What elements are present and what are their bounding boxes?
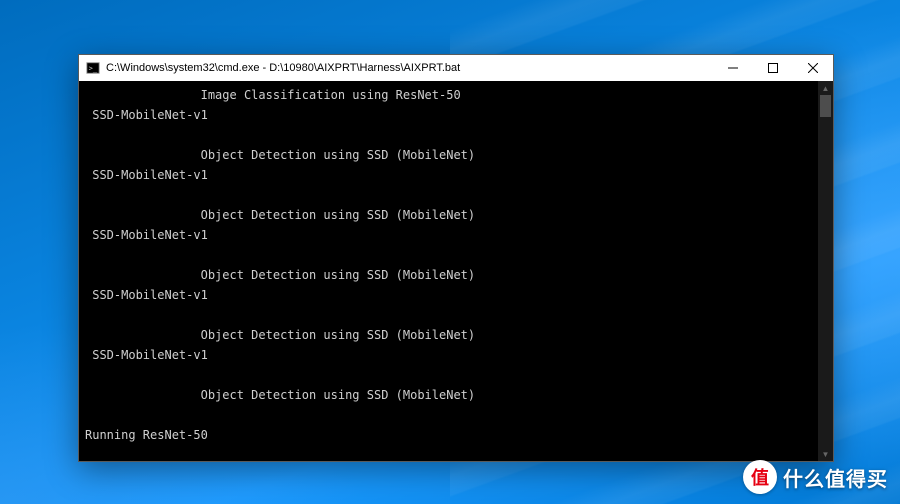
console-line: Object Detection using SSD (MobileNet) bbox=[85, 265, 818, 285]
close-button[interactable] bbox=[793, 55, 833, 81]
console-line: Running ResNet-50 bbox=[85, 425, 818, 445]
console-line bbox=[85, 245, 818, 265]
console-area: Image Classification using ResNet-50 SSD… bbox=[79, 81, 833, 461]
scroll-down-arrow[interactable]: ▼ bbox=[818, 447, 833, 461]
console-line bbox=[85, 365, 818, 385]
cmd-window: >_ C:\Windows\system32\cmd.exe - D:\1098… bbox=[78, 54, 834, 462]
maximize-button[interactable] bbox=[753, 55, 793, 81]
console-line: Object Detection using SSD (MobileNet) bbox=[85, 385, 818, 405]
console-line: SSD-MobileNet-v1 bbox=[85, 285, 818, 305]
cmd-icon: >_ bbox=[85, 60, 101, 76]
console-line: Object Detection using SSD (MobileNet) bbox=[85, 145, 818, 165]
console-line: SSD-MobileNet-v1 bbox=[85, 165, 818, 185]
svg-text:>_: >_ bbox=[89, 65, 98, 73]
console-line: SSD-MobileNet-v1 bbox=[85, 225, 818, 245]
scrollbar[interactable]: ▲ ▼ bbox=[818, 81, 833, 461]
console-line: Object Detection using SSD (MobileNet) bbox=[85, 205, 818, 225]
console-line bbox=[85, 125, 818, 145]
scroll-up-arrow[interactable]: ▲ bbox=[818, 81, 833, 95]
console-line: Image Classification using ResNet-50 bbox=[85, 85, 818, 105]
console-line: SSD-MobileNet-v1 bbox=[85, 105, 818, 125]
window-title: C:\Windows\system32\cmd.exe - D:\10980\A… bbox=[106, 62, 713, 74]
console-line: SSD-MobileNet-v1 bbox=[85, 345, 818, 365]
console-line bbox=[85, 305, 818, 325]
titlebar[interactable]: >_ C:\Windows\system32\cmd.exe - D:\1098… bbox=[79, 55, 833, 81]
console-line: Object Detection using SSD (MobileNet) bbox=[85, 325, 818, 345]
console-line bbox=[85, 405, 818, 425]
watermark: 值 什么值得买 bbox=[743, 460, 888, 494]
console-line bbox=[85, 185, 818, 205]
scrollbar-thumb[interactable] bbox=[820, 95, 831, 117]
window-controls bbox=[713, 55, 833, 81]
watermark-text: 什么值得买 bbox=[783, 463, 888, 492]
console-output[interactable]: Image Classification using ResNet-50 SSD… bbox=[79, 81, 818, 461]
watermark-badge: 值 bbox=[743, 460, 777, 494]
minimize-button[interactable] bbox=[713, 55, 753, 81]
